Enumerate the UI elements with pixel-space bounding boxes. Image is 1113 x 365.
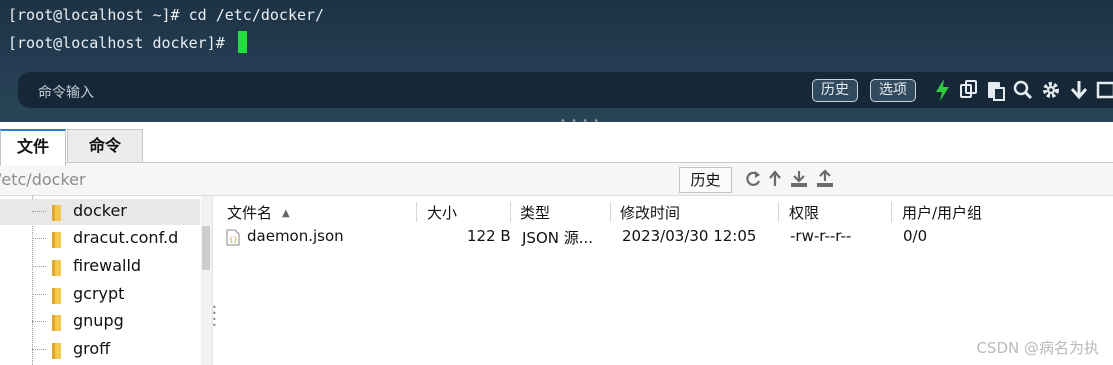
terminal-panel[interactable]: [root@localhost ~]# cd /etc/docker/ [roo… bbox=[0, 0, 1113, 122]
tree-item-label: groff bbox=[73, 339, 111, 358]
file-permissions: -rw-r--r-- bbox=[790, 227, 852, 245]
folder-icon bbox=[52, 315, 61, 331]
folder-icon bbox=[52, 232, 61, 248]
sort-ascending-icon: ▲ bbox=[282, 208, 290, 219]
terminal-prompt: [root@localhost docker]# bbox=[8, 34, 234, 52]
tree-connector bbox=[32, 238, 46, 239]
download-icon[interactable] bbox=[1068, 78, 1090, 102]
tree-item-gcrypt[interactable]: gcrypt bbox=[0, 282, 200, 308]
folder-icon bbox=[52, 288, 61, 304]
tab-bar: 文件 命令 bbox=[0, 126, 1113, 166]
path-bar: /etc/docker 历史 bbox=[0, 163, 1113, 196]
file-owner: 0/0 bbox=[903, 227, 928, 245]
file-name: daemon.json bbox=[247, 227, 344, 245]
tree-item-label: docker bbox=[73, 201, 127, 220]
tree-connector bbox=[32, 294, 46, 295]
tab-files[interactable]: 文件 bbox=[0, 129, 66, 166]
tree-item-dracut[interactable]: dracut.conf.d bbox=[0, 226, 200, 252]
terminal-cursor bbox=[237, 31, 247, 53]
column-header-permissions[interactable]: 权限 bbox=[789, 202, 819, 223]
tree-item-label: dracut.conf.d bbox=[73, 228, 179, 247]
tree-connector bbox=[32, 266, 46, 267]
gear-icon[interactable] bbox=[1040, 78, 1062, 102]
column-separator[interactable] bbox=[610, 202, 611, 222]
tree-item-firewalld[interactable]: firewalld bbox=[0, 254, 200, 280]
column-header-label: 文件名 bbox=[227, 204, 273, 222]
refresh-icon[interactable] bbox=[743, 169, 763, 189]
folder-icon bbox=[52, 205, 61, 221]
terminal-prompt-line: [root@localhost docker]# bbox=[8, 31, 247, 53]
folder-icon bbox=[52, 343, 61, 359]
column-separator[interactable] bbox=[778, 202, 779, 222]
column-header-type[interactable]: 类型 bbox=[520, 202, 550, 223]
paste-icon[interactable] bbox=[985, 78, 1007, 102]
column-header-owner[interactable]: 用户/用户组 bbox=[902, 202, 982, 223]
folder-icon bbox=[52, 260, 61, 276]
panel-splitter[interactable]: • • • • bbox=[560, 117, 600, 123]
column-header-name[interactable]: 文件名 ▲ bbox=[227, 202, 290, 223]
path-history-button[interactable]: 历史 bbox=[679, 167, 732, 193]
tree-item-label: firewalld bbox=[73, 256, 142, 275]
json-file-icon: {} bbox=[226, 229, 240, 246]
tree-item-label: gnupg bbox=[73, 311, 124, 330]
tree-item-docker[interactable]: docker bbox=[0, 199, 200, 225]
tab-commands[interactable]: 命令 bbox=[67, 129, 143, 163]
search-icon[interactable] bbox=[1012, 78, 1034, 102]
history-button[interactable]: 历史 bbox=[812, 79, 858, 102]
tree-scrollbar[interactable] bbox=[201, 196, 212, 365]
path-input[interactable]: /etc/docker bbox=[0, 170, 86, 189]
svg-text:{}: {} bbox=[229, 236, 237, 244]
splitter-grip[interactable]: • • • • bbox=[212, 304, 217, 330]
tree-connector bbox=[32, 321, 46, 322]
file-type: JSON 源... bbox=[522, 229, 594, 247]
tree-connector bbox=[32, 349, 46, 350]
copy-icon[interactable] bbox=[958, 78, 980, 102]
terminal-line: [root@localhost ~]# cd /etc/docker/ bbox=[8, 6, 325, 24]
upload-icon[interactable] bbox=[815, 169, 835, 189]
watermark: CSDN @病名为执 bbox=[976, 339, 1099, 357]
file-modified: 2023/03/30 12:05 bbox=[622, 227, 757, 245]
tree-item-gnupg[interactable]: gnupg bbox=[0, 309, 200, 335]
directory-tree[interactable]: docker dracut.conf.d firewalld gcrypt gn… bbox=[0, 196, 212, 365]
column-separator[interactable] bbox=[891, 202, 892, 222]
command-input-placeholder[interactable]: 命令输入 bbox=[38, 82, 94, 102]
tree-connector bbox=[32, 211, 46, 212]
command-input-bar[interactable]: 命令输入 历史 选项 bbox=[18, 72, 1113, 108]
column-header-modified[interactable]: 修改时间 bbox=[620, 202, 680, 223]
file-size: 122 B bbox=[467, 227, 511, 245]
download-icon[interactable] bbox=[789, 169, 809, 189]
tree-item-label: gcrypt bbox=[73, 284, 125, 303]
column-separator[interactable] bbox=[510, 202, 511, 222]
tree-item-groff[interactable]: groff bbox=[0, 337, 200, 363]
window-icon[interactable] bbox=[1094, 78, 1113, 102]
lightning-icon[interactable] bbox=[932, 78, 954, 102]
column-header-size[interactable]: 大小 bbox=[427, 202, 457, 223]
up-icon[interactable] bbox=[766, 169, 786, 189]
column-separator[interactable] bbox=[416, 202, 417, 222]
options-button[interactable]: 选项 bbox=[870, 79, 916, 102]
tree-scrollbar-thumb[interactable] bbox=[202, 226, 210, 270]
